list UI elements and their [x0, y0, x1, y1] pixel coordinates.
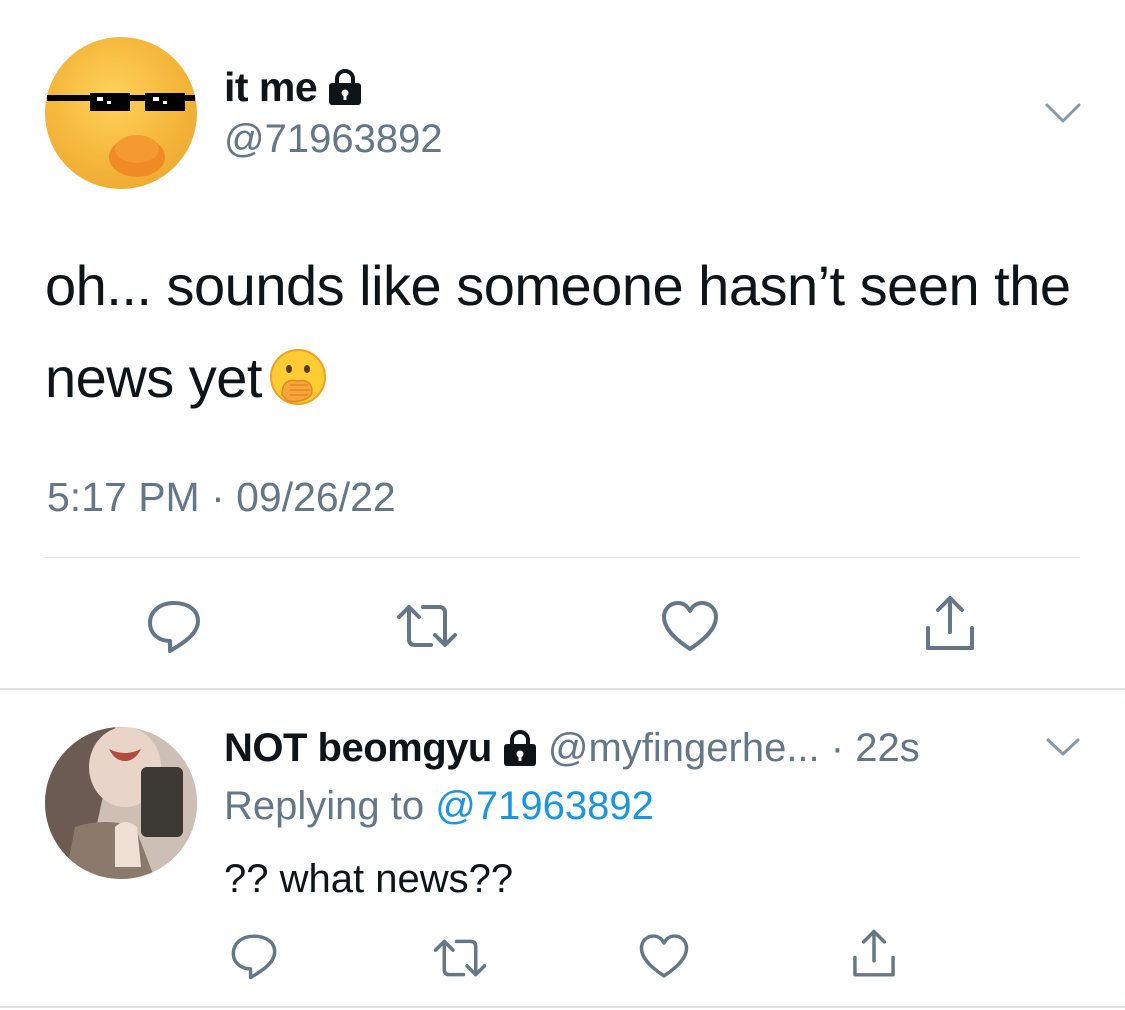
share-icon [926, 596, 974, 650]
tweet-text-content: oh... sounds like someone hasn’t seen th… [45, 254, 1071, 409]
display-name[interactable]: it me [224, 64, 363, 111]
like-button[interactable] [632, 924, 696, 988]
display-name-label: it me [224, 64, 318, 110]
replying-to: Replying to @71963892 [224, 784, 654, 829]
like-icon [662, 601, 718, 651]
retweet-icon [397, 605, 457, 647]
divider [0, 1006, 1125, 1008]
divider [45, 557, 1080, 558]
like-button[interactable] [658, 594, 722, 658]
reply-button[interactable] [222, 924, 286, 988]
reply-header: NOT beomgyu @myfingerhe... · 22s [224, 726, 920, 771]
reply-icon [148, 601, 200, 653]
duck-avatar-image [47, 93, 195, 177]
avatar[interactable] [45, 727, 197, 879]
divider [0, 688, 1125, 690]
like-icon [639, 934, 689, 978]
reply-icon [231, 934, 277, 980]
display-name-label[interactable]: NOT beomgyu [224, 726, 492, 771]
avatar[interactable] [45, 37, 197, 189]
handle[interactable]: @71963892 [224, 117, 443, 162]
lock-icon [503, 729, 536, 766]
chevron-down-icon[interactable] [1043, 98, 1083, 128]
retweet-button[interactable] [428, 926, 492, 990]
replying-prefix: Replying to [224, 784, 436, 828]
tweet-text: oh... sounds like someone hasn’t seen th… [45, 240, 1085, 424]
mention-link[interactable]: @71963892 [435, 784, 654, 828]
share-button[interactable] [842, 922, 906, 986]
portrait-avatar-image [45, 727, 197, 879]
reply-button[interactable] [142, 594, 206, 658]
retweet-icon [433, 939, 487, 977]
share-icon [853, 929, 895, 977]
share-button[interactable] [918, 592, 982, 656]
handle-and-time[interactable]: @myfingerhe... · 22s [548, 726, 920, 771]
lock-icon [329, 68, 362, 105]
hand-over-mouth-emoji [268, 342, 328, 405]
chevron-down-icon[interactable] [1043, 733, 1083, 761]
timestamp: 5:17 PM · 09/26/22 [47, 474, 396, 520]
tweet-text: ?? what news?? [224, 857, 514, 901]
retweet-button[interactable] [395, 594, 459, 658]
